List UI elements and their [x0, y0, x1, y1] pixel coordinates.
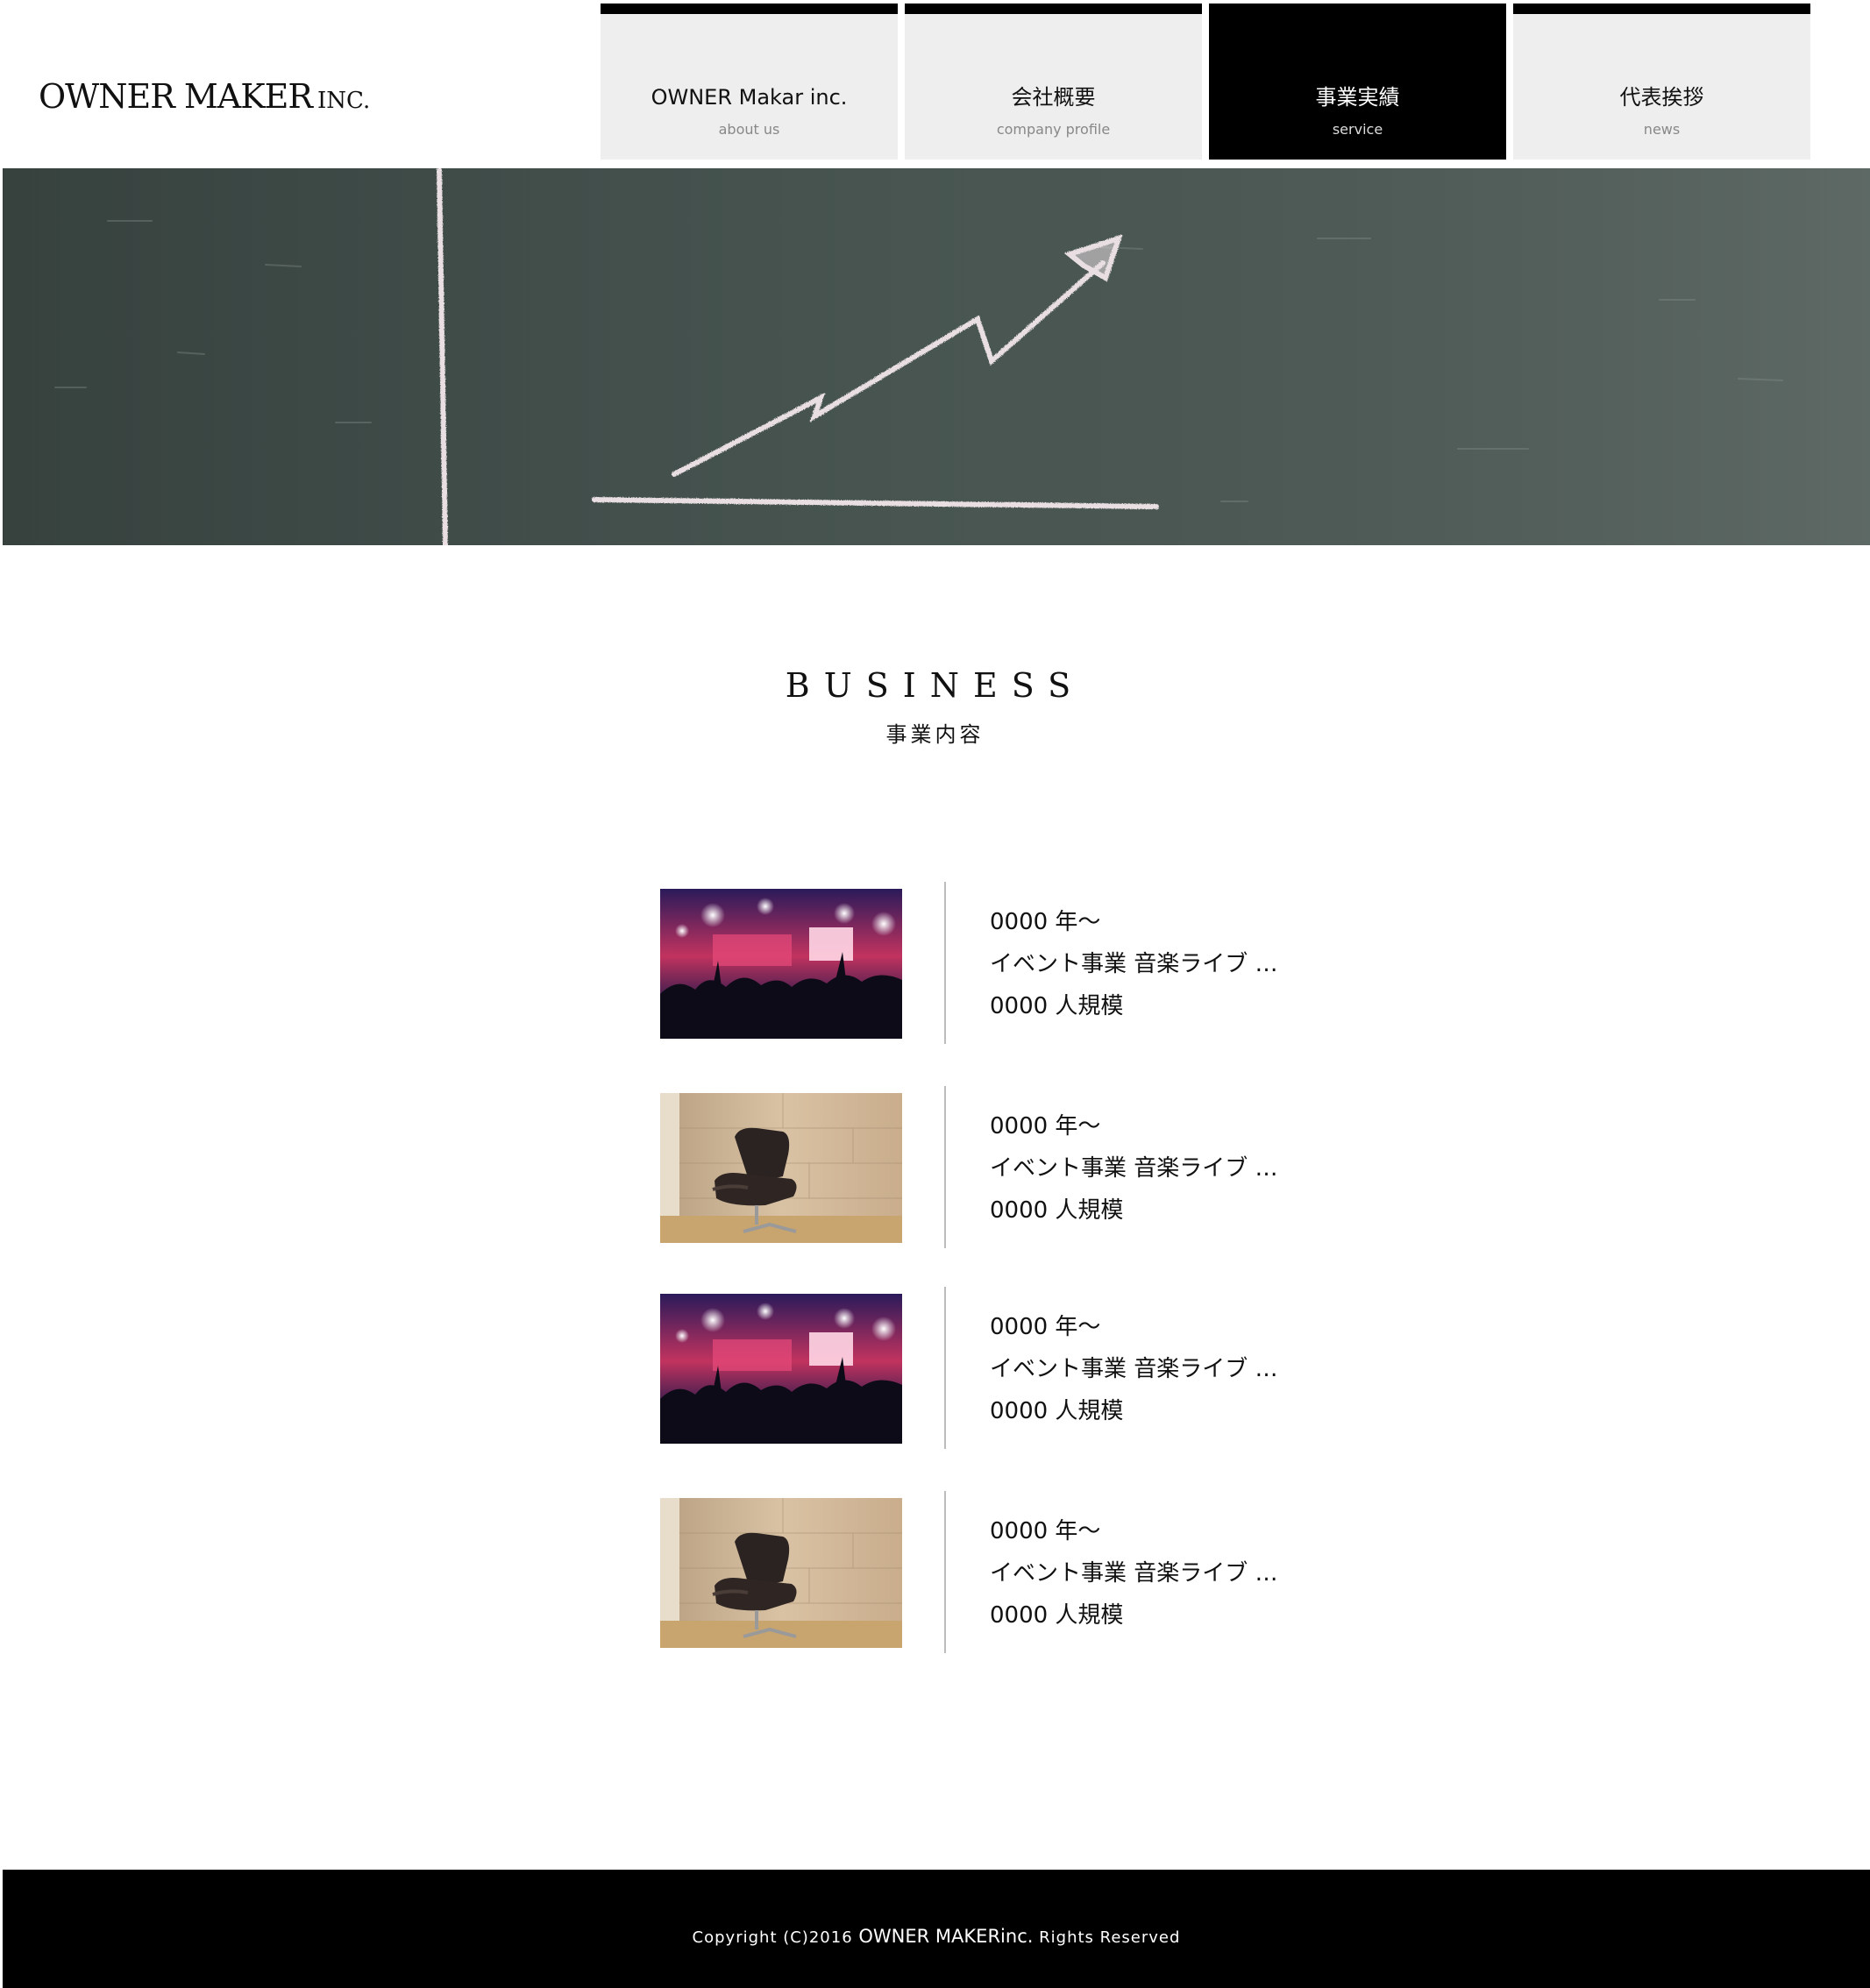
section-subtitle: 事業内容 [885, 722, 985, 747]
business-item-text: 0000 年〜 イベント事業 音楽ライブ … 0000 人規模 [990, 1510, 1278, 1637]
copyright-suffix: Rights Reserved [1039, 1928, 1181, 1947]
business-year: 0000 年〜 [990, 1518, 1101, 1544]
business-scale: 0000 人規模 [990, 993, 1124, 1019]
site-logo[interactable]: OWNER MAKER INC. [39, 77, 370, 116]
concert-crowd-image [660, 889, 902, 1039]
business-list-item[interactable]: 0000 年〜 イベント事業 音楽ライブ … 0000 人規模 [660, 1086, 1362, 1248]
nav-item-news[interactable]: 代表挨拶 news [1513, 4, 1810, 160]
business-item-text: 0000 年〜 イベント事業 音楽ライブ … 0000 人規模 [990, 901, 1278, 1027]
nav-item-company-profile[interactable]: 会社概要 company profile [905, 4, 1202, 160]
business-year: 0000 年〜 [990, 1113, 1101, 1140]
item-divider [944, 1287, 946, 1449]
business-description: イベント事業 音楽ライブ … [990, 951, 1278, 977]
business-scale: 0000 人規模 [990, 1398, 1124, 1424]
business-description: イベント事業 音楽ライブ … [990, 1356, 1278, 1382]
business-list-item[interactable]: 0000 年〜 イベント事業 音楽ライブ … 0000 人規模 [660, 1491, 1362, 1653]
business-description: イベント事業 音楽ライブ … [990, 1155, 1278, 1182]
nav-item-subtitle: service [1332, 121, 1383, 138]
hero-chalkboard-image [3, 168, 1870, 545]
business-description: イベント事業 音楽ライブ … [990, 1560, 1278, 1587]
section-title: BUSINESS [785, 666, 1085, 705]
business-list-item[interactable]: 0000 年〜 イベント事業 音楽ライブ … 0000 人規模 [660, 1287, 1362, 1449]
lounge-chair-image [660, 1093, 902, 1243]
lounge-chair-image [660, 1498, 902, 1648]
copyright-brand: OWNER MAKERinc. [858, 1926, 1034, 1947]
logo-main: OWNER MAKER [39, 77, 313, 116]
business-item-text: 0000 年〜 イベント事業 音楽ライブ … 0000 人規模 [990, 1105, 1278, 1232]
concert-crowd-image [660, 1294, 902, 1444]
main-nav: OWNER Makar inc. about us 会社概要 company p… [601, 4, 1810, 160]
logo-suffix: INC. [316, 88, 371, 114]
copyright-text: Copyright (C)2016 OWNER MAKERinc. Rights… [3, 1926, 1870, 1947]
nav-item-title: 事業実績 [1315, 85, 1400, 110]
nav-item-subtitle: about us [718, 121, 780, 138]
nav-item-title: 会社概要 [1011, 85, 1096, 110]
copyright-prefix: Copyright (C)2016 [692, 1928, 853, 1947]
nav-item-subtitle: news [1643, 121, 1681, 138]
site-header: OWNER MAKER INC. OWNER Makar inc. about u… [0, 0, 1870, 167]
nav-item-title: OWNER Makar inc. [651, 85, 848, 110]
business-year: 0000 年〜 [990, 1314, 1101, 1340]
business-scale: 0000 人規模 [990, 1602, 1124, 1629]
nav-item-title: 代表挨拶 [1619, 85, 1704, 110]
item-divider [944, 1491, 946, 1653]
nav-item-subtitle: company profile [996, 121, 1111, 138]
nav-item-service[interactable]: 事業実績 service [1209, 4, 1506, 160]
item-divider [944, 1086, 946, 1248]
item-divider [944, 882, 946, 1044]
business-scale: 0000 人規模 [990, 1197, 1124, 1224]
business-item-text: 0000 年〜 イベント事業 音楽ライブ … 0000 人規模 [990, 1306, 1278, 1432]
nav-item-about[interactable]: OWNER Makar inc. about us [601, 4, 898, 160]
chalkboard-graph-illustration [3, 168, 1870, 545]
business-list-item[interactable]: 0000 年〜 イベント事業 音楽ライブ … 0000 人規模 [660, 882, 1362, 1044]
business-year: 0000 年〜 [990, 909, 1101, 935]
site-footer: Copyright (C)2016 OWNER MAKERinc. Rights… [3, 1870, 1870, 1988]
